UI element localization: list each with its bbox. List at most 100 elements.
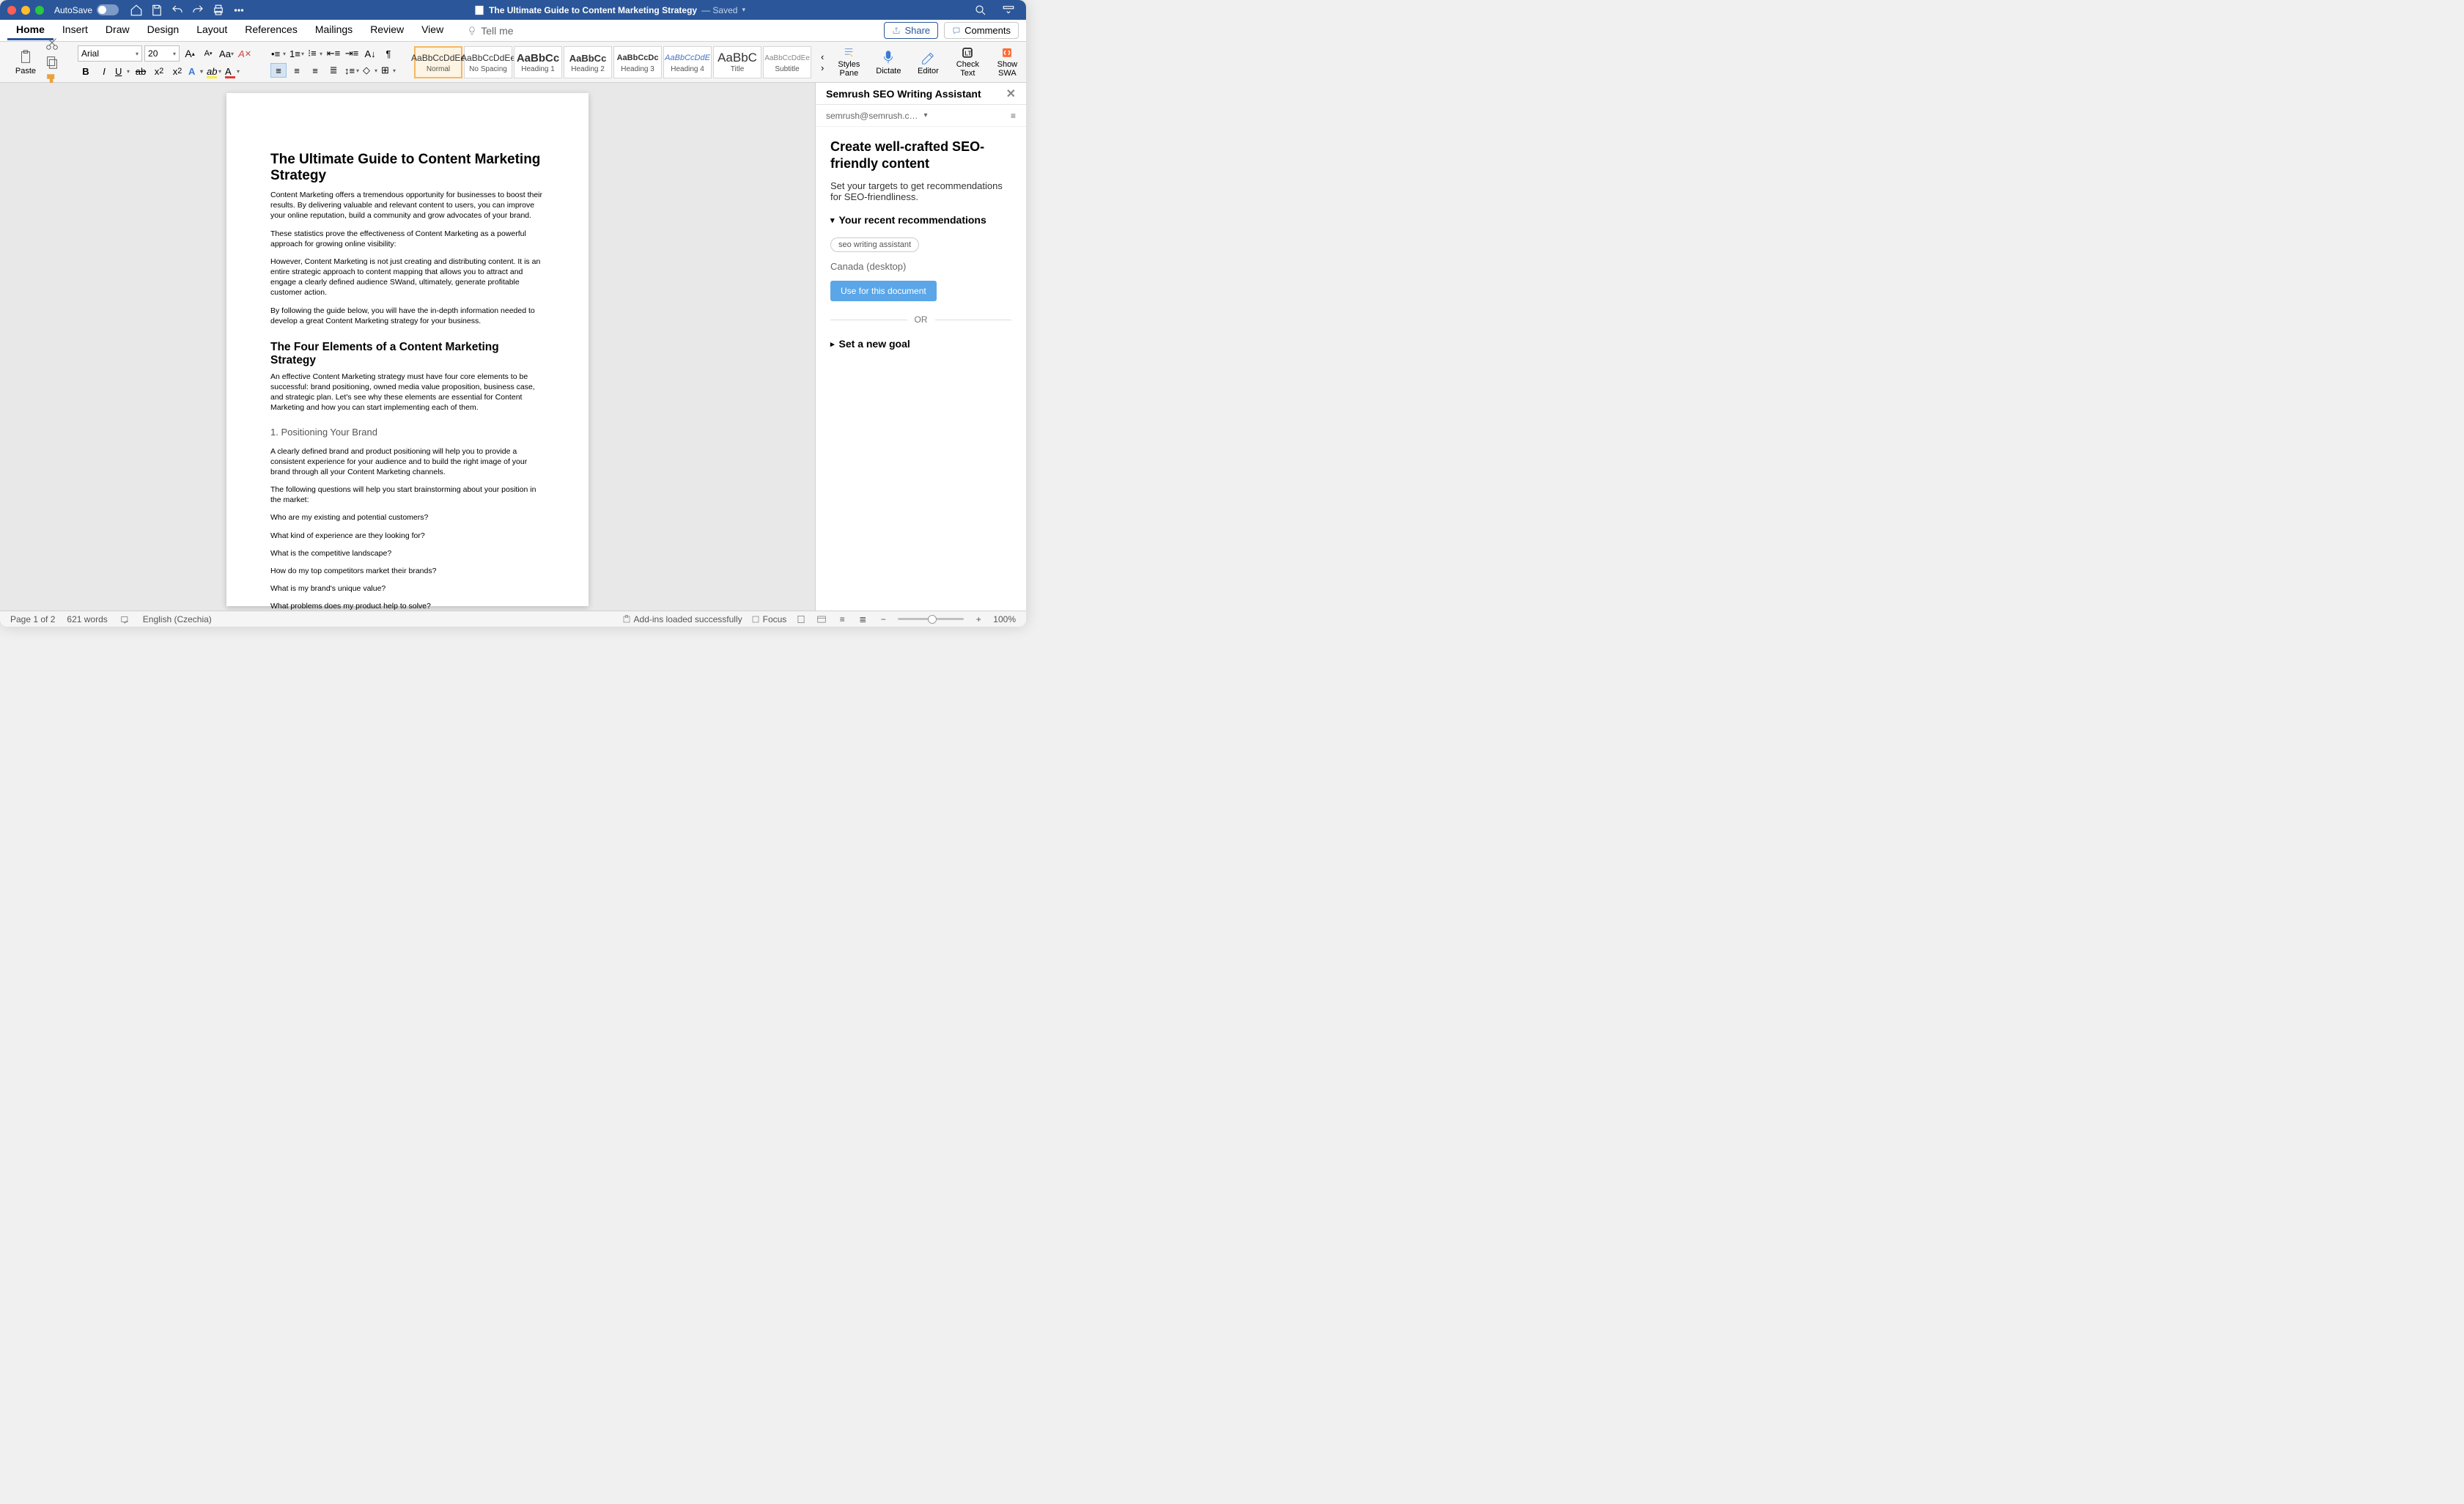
more-icon[interactable] [232,4,246,17]
line-spacing-icon[interactable]: ↕≡▾ [344,63,360,78]
italic-button[interactable]: I [96,64,112,78]
doc-q: What kind of experience are they looking… [270,531,545,541]
maximize-window[interactable] [35,6,44,15]
style-heading-4[interactable]: AaBbCcDdEHeading 4 [663,46,712,78]
spellcheck-icon[interactable] [119,613,131,625]
zoom-level[interactable]: 100% [993,614,1016,624]
tab-layout[interactable]: Layout [188,21,236,40]
style-no-spacing[interactable]: AaBbCcDdEeNo Spacing [464,46,512,78]
dictate-button[interactable]: Dictate [873,45,904,80]
ribbon-toggle-icon[interactable] [1002,4,1015,17]
title-chevron-icon[interactable]: ▾ [742,6,745,14]
zoom-out-icon[interactable]: − [877,613,889,625]
zoom-slider[interactable] [898,618,964,620]
view-print-icon[interactable] [795,613,807,625]
doc-h3: 1. Positioning Your Brand [270,427,545,438]
superscript-button[interactable]: x2 [169,64,185,78]
font-size-selector[interactable]: 20▾ [144,45,180,62]
document-canvas[interactable]: The Ultimate Guide to Content Marketing … [0,83,815,611]
account-chevron-icon[interactable]: ▾ [924,111,928,119]
search-icon[interactable] [974,4,987,17]
set-new-goal-toggle[interactable]: ▸ Set a new goal [830,338,1011,350]
recent-recommendations-toggle[interactable]: ▾ Your recent recommendations [830,214,1011,226]
tell-me[interactable]: Tell me [467,25,513,37]
multilevel-icon[interactable]: ⁝≡▾ [307,46,323,61]
style-subtitle[interactable]: AaBbCcDdEeSubtitle [763,46,811,78]
tab-draw[interactable]: Draw [97,21,139,40]
view-web-icon[interactable] [816,613,827,625]
panel-menu-icon[interactable]: ≡ [1011,111,1016,121]
panel-close-icon[interactable]: ✕ [1006,86,1016,101]
bullets-icon[interactable]: •≡▾ [270,46,287,61]
recommendation-tag[interactable]: seo writing assistant [830,237,919,252]
bold-button[interactable]: B [78,64,94,78]
style-title[interactable]: AaBbCTitle [713,46,761,78]
svg-text:LT: LT [965,50,972,56]
minimize-window[interactable] [21,6,30,15]
share-button[interactable]: Share [884,22,938,39]
highlight-icon[interactable]: ab▾ [206,64,222,78]
align-right-icon[interactable]: ≡ [307,63,323,78]
undo-icon[interactable] [171,4,184,17]
shading-icon[interactable]: ◇▾ [362,63,378,78]
redo-icon[interactable] [191,4,204,17]
tab-references[interactable]: References [236,21,306,40]
font-color-icon[interactable]: A▾ [224,64,240,78]
document-page[interactable]: The Ultimate Guide to Content Marketing … [226,93,589,606]
justify-icon[interactable]: ≣ [325,63,342,78]
doc-p: A clearly defined brand and product posi… [270,446,545,478]
tab-design[interactable]: Design [139,21,188,40]
sort-icon[interactable]: A↓ [362,46,378,61]
editor-button[interactable]: Editor [912,45,943,80]
view-outline-icon[interactable]: ≡ [836,613,848,625]
status-words[interactable]: 621 words [67,614,107,624]
view-draft-icon[interactable]: ≣ [857,613,868,625]
style-heading-3[interactable]: AaBbCcDcHeading 3 [613,46,662,78]
style-normal[interactable]: AaBbCcDdEeNormal [414,46,462,78]
tab-view[interactable]: View [413,21,452,40]
status-addins[interactable]: Add-ins loaded successfully [622,614,742,624]
autosave-toggle[interactable] [97,4,119,15]
focus-button[interactable]: Focus [751,614,787,624]
borders-icon[interactable]: ⊞▾ [380,63,396,78]
strike-button[interactable]: ab [133,64,149,78]
text-effects-icon[interactable]: A▾ [188,64,204,78]
save-icon[interactable] [150,4,163,17]
style-heading-1[interactable]: AaBbCcHeading 1 [514,46,562,78]
status-page[interactable]: Page 1 of 2 [10,614,55,624]
numbering-icon[interactable]: 1≡▾ [289,46,305,61]
change-case-icon[interactable]: Aa▾ [218,46,235,61]
panel-account[interactable]: semrush@semrush.c… [826,111,918,121]
subscript-button[interactable]: x2 [151,64,167,78]
clear-format-icon[interactable]: A✕ [237,46,253,61]
window-controls [7,6,44,15]
indent-icon[interactable]: ⇥≡ [344,46,360,61]
outdent-icon[interactable]: ⇤≡ [325,46,342,61]
styles-pane-button[interactable]: Styles Pane [833,45,864,80]
tab-review[interactable]: Review [361,21,413,40]
styles-more-icon[interactable]: ‹› [820,46,825,78]
show-swa-button[interactable]: Show SWA [992,45,1022,80]
doc-q: What is the competitive landscape? [270,548,545,559]
grow-font-icon[interactable]: A▴ [182,46,198,61]
font-name-selector[interactable]: Arial▾ [78,45,142,62]
show-marks-icon[interactable]: ¶ [380,46,396,61]
underline-button[interactable]: U▾ [114,64,130,78]
check-text-button[interactable]: LT Check Text [952,45,983,80]
tab-mailings[interactable]: Mailings [306,21,361,40]
align-center-icon[interactable]: ≡ [289,63,305,78]
align-left-icon[interactable]: ≡ [270,63,287,78]
cut-icon[interactable] [44,36,60,52]
zoom-in-icon[interactable]: + [973,613,984,625]
shrink-font-icon[interactable]: A▾ [200,46,216,61]
home-icon[interactable] [130,4,143,17]
use-document-button[interactable]: Use for this document [830,281,937,301]
chevron-right-icon: ▸ [830,339,835,349]
paste-button[interactable]: Paste [10,45,41,80]
style-heading-2[interactable]: AaBbCcHeading 2 [564,46,612,78]
close-window[interactable] [7,6,16,15]
comments-button[interactable]: Comments [944,22,1019,39]
print-icon[interactable] [212,4,225,17]
status-language[interactable]: English (Czechia) [143,614,212,624]
copy-icon[interactable] [44,54,60,70]
